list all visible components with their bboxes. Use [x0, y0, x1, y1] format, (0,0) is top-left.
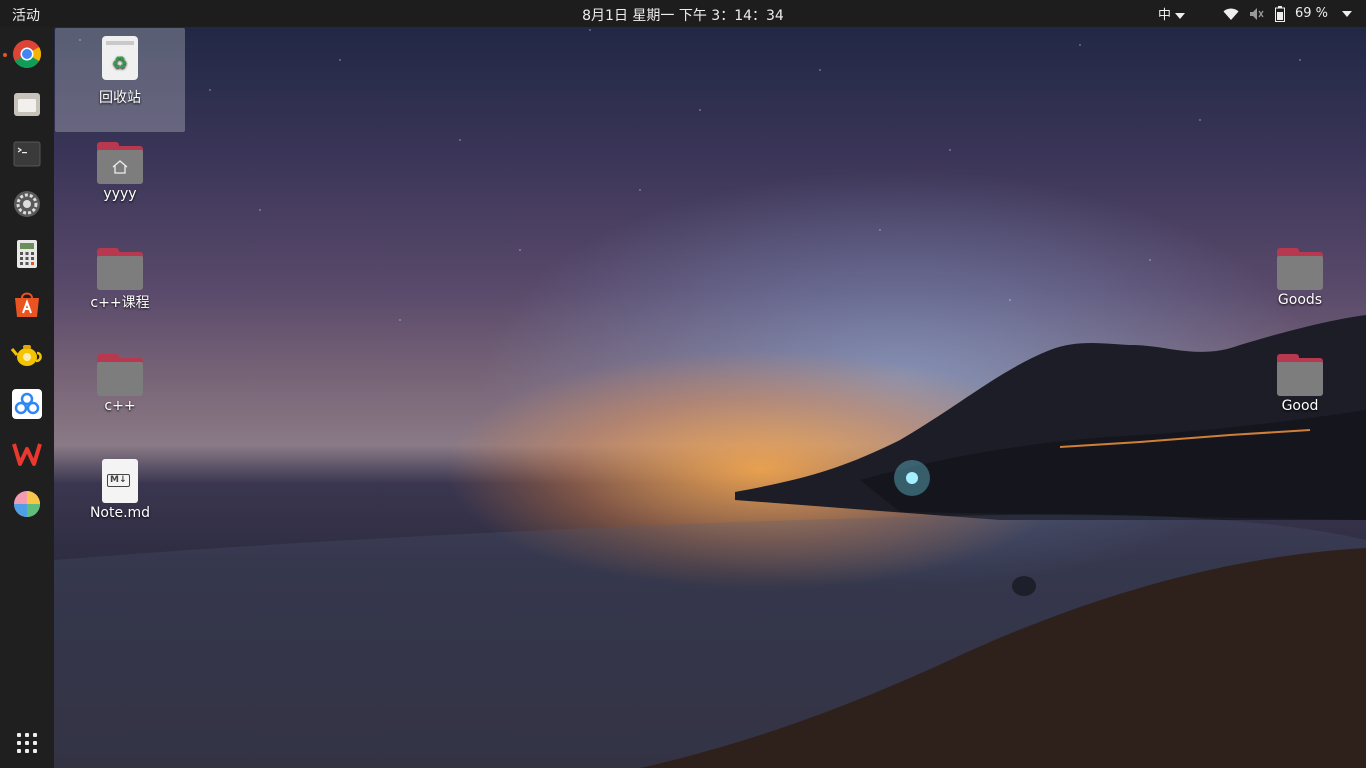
folder-icon	[1277, 354, 1323, 396]
dock	[0, 27, 54, 768]
dock-terminal[interactable]	[10, 137, 44, 171]
desktop-icon-label: Good	[1281, 398, 1319, 414]
show-applications-button[interactable]	[17, 733, 37, 753]
battery-icon	[1274, 5, 1285, 22]
dock-settings[interactable]	[10, 187, 44, 221]
desktop-icon-folder-good[interactable]: Good	[1235, 354, 1365, 414]
trash-icon: ♻	[102, 36, 138, 80]
terminal-icon	[13, 141, 41, 167]
system-menu-chevron-icon[interactable]	[1342, 10, 1352, 17]
svg-text:♻: ♻	[112, 53, 128, 74]
activities-button[interactable]: 活动	[12, 5, 40, 25]
wps-icon	[12, 443, 42, 466]
home-folder-icon	[97, 142, 143, 184]
folder-icon	[97, 248, 143, 290]
settings-icon	[14, 191, 40, 217]
desktop-icon-label: c++课程	[90, 295, 150, 311]
battery-percentage: 69 %	[1294, 6, 1328, 21]
chrome-icon	[13, 40, 41, 68]
input-method-label: 中	[1157, 8, 1171, 23]
input-method-indicator[interactable]: 中	[1158, 4, 1185, 23]
dock-color-picker[interactable]	[10, 487, 44, 521]
system-tray[interactable]: 中 69 %	[1158, 4, 1352, 23]
calculator-icon	[17, 240, 37, 268]
top-bar: 活动 8月1日 星期一 下午 3：14：34 中 69 %	[0, 0, 1366, 27]
running-indicator	[3, 53, 7, 57]
desktop-icon-label: 回收站	[99, 90, 141, 106]
teapot-icon	[11, 345, 42, 366]
desktop-icon-label: Goods	[1277, 292, 1323, 308]
markdown-file-icon: M↓	[102, 459, 138, 503]
clock-datetime[interactable]: 8月1日 星期一 下午 3：14：34	[582, 8, 784, 24]
folder-icon	[1277, 248, 1323, 290]
dock-wps[interactable]	[10, 437, 44, 471]
desktop-icon-label: Note.md	[89, 505, 151, 521]
software-center-icon	[15, 292, 39, 317]
markdown-badge: M↓	[107, 474, 130, 487]
dock-baidu-netdisk[interactable]	[10, 387, 44, 421]
wifi-icon	[1223, 8, 1239, 20]
dock-teapot[interactable]	[10, 337, 44, 371]
desktop-icon-folder-cpp-course[interactable]: c++课程	[55, 248, 185, 312]
folder-icon	[97, 354, 143, 396]
house-icon	[112, 160, 128, 174]
wallpaper-hills	[54, 315, 1366, 768]
desktop-icon-trash[interactable]: ♻ 回收站	[55, 28, 185, 132]
desktop-icon-label: c++	[104, 398, 136, 414]
dock-calculator[interactable]	[10, 237, 44, 271]
desktop-icon-folder-cpp[interactable]: c++	[55, 354, 185, 414]
files-icon	[14, 93, 40, 116]
desktop-icon-folder-goods[interactable]: Goods	[1235, 248, 1365, 308]
dock-files[interactable]	[10, 87, 44, 121]
color-picker-icon	[14, 491, 40, 517]
dock-chrome[interactable]	[10, 37, 44, 71]
desktop-icon-home[interactable]: yyyy	[55, 142, 185, 202]
chevron-down-icon	[1174, 12, 1185, 19]
desktop-icon-note-md[interactable]: M↓ Note.md	[55, 459, 185, 521]
desktop-icon-label: yyyy	[103, 186, 137, 202]
baidu-netdisk-icon	[12, 389, 42, 419]
volume-muted-icon	[1249, 7, 1264, 20]
dock-software-center[interactable]	[10, 287, 44, 321]
